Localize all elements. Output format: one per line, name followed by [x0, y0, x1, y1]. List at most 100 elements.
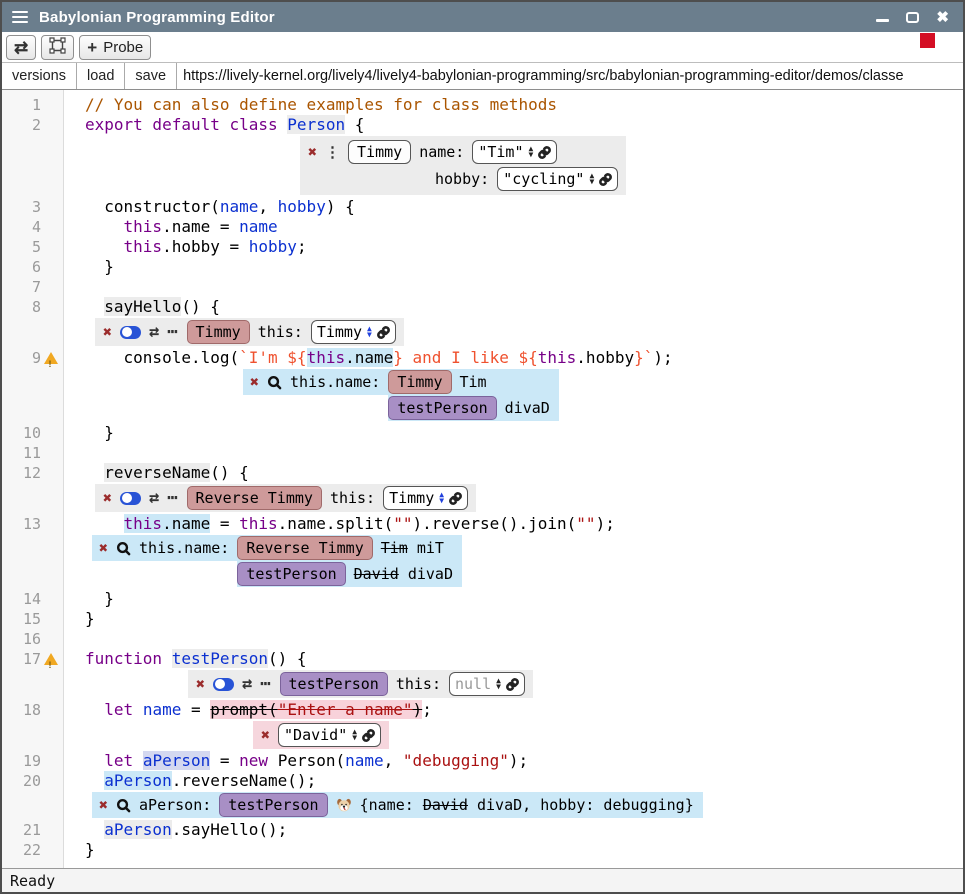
hamburger-menu-icon[interactable]: [12, 11, 28, 24]
stepper-arrows-icon[interactable]: ▲▼: [352, 729, 357, 742]
code-text[interactable]: aPerson.reverseName();: [64, 771, 316, 791]
code-text[interactable]: constructor(name, hobby) {: [64, 197, 355, 217]
warning-icon: !: [44, 653, 58, 665]
line-number: 22: [2, 840, 41, 860]
swap-examples-button[interactable]: ⇄: [6, 35, 36, 60]
delete-icon[interactable]: ✖: [103, 325, 112, 340]
code-text[interactable]: }: [64, 589, 114, 609]
swap-icon[interactable]: ⇄: [149, 322, 159, 342]
stepper-arrows-icon[interactable]: ▲▼: [439, 492, 444, 505]
url-field[interactable]: https://lively-kernel.org/lively4/lively…: [177, 63, 963, 89]
example-badge[interactable]: Timmy: [187, 320, 250, 344]
more-icon[interactable]: ⋯: [167, 322, 178, 342]
save-button[interactable]: save: [125, 63, 177, 89]
example-badge[interactable]: Timmy: [388, 370, 451, 394]
swap-icon[interactable]: ⇄: [149, 488, 159, 508]
stepper-arrows-icon[interactable]: ▲▼: [367, 326, 372, 339]
code-text[interactable]: let name = prompt("Enter a name");: [64, 700, 432, 720]
code-text[interactable]: }: [64, 257, 114, 277]
line-gutter: 2: [2, 115, 64, 135]
delete-icon[interactable]: ✖: [250, 375, 259, 390]
code-text[interactable]: console.log(`I'm ${this.name} and I like…: [64, 348, 673, 368]
toggle-icon[interactable]: [213, 678, 234, 691]
delete-icon[interactable]: ✖: [308, 145, 317, 160]
value-dropdown[interactable]: "David"▲▼: [278, 723, 381, 747]
close-button[interactable]: ✖: [936, 10, 949, 25]
link-icon[interactable]: [538, 146, 551, 159]
link-icon[interactable]: [362, 729, 375, 742]
stepper-arrows-icon[interactable]: ▲▼: [529, 146, 534, 159]
toggle-icon[interactable]: [120, 492, 141, 505]
link-icon[interactable]: [599, 173, 612, 186]
more-icon[interactable]: ⋯: [167, 488, 178, 508]
code-text[interactable]: this.name = this.name.split("").reverse(…: [64, 514, 615, 534]
toggle-knob: [122, 493, 132, 503]
versions-button[interactable]: versions: [2, 63, 77, 89]
link-icon[interactable]: [506, 678, 519, 691]
example-badge[interactable]: testPerson: [237, 562, 345, 586]
delete-icon[interactable]: ✖: [99, 798, 108, 813]
add-probe-button[interactable]: + Probe: [79, 35, 151, 60]
code-text[interactable]: [64, 443, 85, 463]
stepper-arrows-icon[interactable]: ▲▼: [496, 678, 501, 691]
load-button[interactable]: load: [77, 63, 125, 89]
line-gutter: 5: [2, 237, 64, 257]
code-text[interactable]: this.hobby = hobby;: [64, 237, 307, 257]
example-badge[interactable]: Reverse Timmy: [237, 536, 372, 560]
example-badge[interactable]: testPerson: [219, 793, 327, 817]
example-badge[interactable]: testPerson: [280, 672, 388, 696]
delete-icon[interactable]: ✖: [196, 677, 205, 692]
value-dropdown[interactable]: null▲▼: [449, 672, 525, 696]
code-text[interactable]: }: [64, 423, 114, 443]
widget-row: ✖⇄⋯Reverse Timmythis:Timmy▲▼: [2, 483, 963, 514]
value-dropdown[interactable]: Timmy▲▼: [383, 486, 468, 510]
line-gutter: 19: [2, 751, 64, 771]
swap-icon[interactable]: ⇄: [242, 674, 252, 694]
code-text[interactable]: }: [64, 840, 95, 860]
code-text[interactable]: reverseName() {: [64, 463, 249, 483]
value-dropdown[interactable]: Timmy▲▼: [311, 320, 396, 344]
code-line: 21 aPerson.sayHello();: [2, 820, 963, 840]
delete-icon[interactable]: ✖: [99, 541, 108, 556]
code-editor[interactable]: 1// You can also define examples for cla…: [2, 90, 963, 868]
example-badge[interactable]: Reverse Timmy: [187, 486, 322, 510]
code-text[interactable]: sayHello() {: [64, 297, 220, 317]
warning-slot: [44, 843, 59, 858]
code-text[interactable]: function testPerson() {: [64, 649, 307, 669]
line-number: 2: [2, 115, 41, 135]
probe-results: TimmyTimtestPersondivaD: [388, 369, 558, 421]
menu-dots-icon[interactable]: ⋮: [325, 143, 340, 161]
code-text[interactable]: this.name = name: [64, 217, 278, 237]
search-icon[interactable]: [116, 798, 131, 813]
link-icon[interactable]: [377, 326, 390, 339]
warning-slot: [44, 240, 59, 255]
minimize-button[interactable]: [876, 19, 889, 22]
code-text[interactable]: // You can also define examples for clas…: [64, 95, 557, 115]
code-text[interactable]: [64, 277, 85, 297]
link-icon[interactable]: [449, 492, 462, 505]
code-area[interactable]: 1// You can also define examples for cla…: [2, 90, 963, 860]
value-dropdown[interactable]: "Tim"▲▼: [472, 140, 557, 164]
toggle-icon[interactable]: [120, 326, 141, 339]
code-text[interactable]: export default class Person {: [64, 115, 364, 135]
delete-icon[interactable]: ✖: [261, 728, 270, 743]
stepper-arrows-icon[interactable]: ▲▼: [589, 173, 594, 186]
code-text[interactable]: aPerson.sayHello();: [64, 820, 287, 840]
maximize-button[interactable]: [906, 12, 919, 23]
code-text[interactable]: }: [64, 609, 95, 629]
value-dropdown[interactable]: "cycling"▲▼: [497, 167, 618, 191]
delete-icon[interactable]: ✖: [103, 491, 112, 506]
code-text[interactable]: [64, 629, 85, 649]
warning-slot: [44, 823, 59, 838]
example-name-button[interactable]: Timmy: [348, 140, 411, 164]
code-line: 1// You can also define examples for cla…: [2, 95, 963, 115]
line-gutter: 16: [2, 629, 64, 649]
param-label: hobby:: [435, 170, 489, 188]
more-icon[interactable]: ⋯: [260, 674, 271, 694]
line-gutter: 20: [2, 771, 64, 791]
code-text[interactable]: let aPerson = new Person(name, "debuggin…: [64, 751, 528, 771]
example-badge[interactable]: testPerson: [388, 396, 496, 420]
search-icon[interactable]: [116, 541, 131, 556]
search-icon[interactable]: [267, 375, 282, 390]
selection-button[interactable]: [41, 35, 74, 60]
